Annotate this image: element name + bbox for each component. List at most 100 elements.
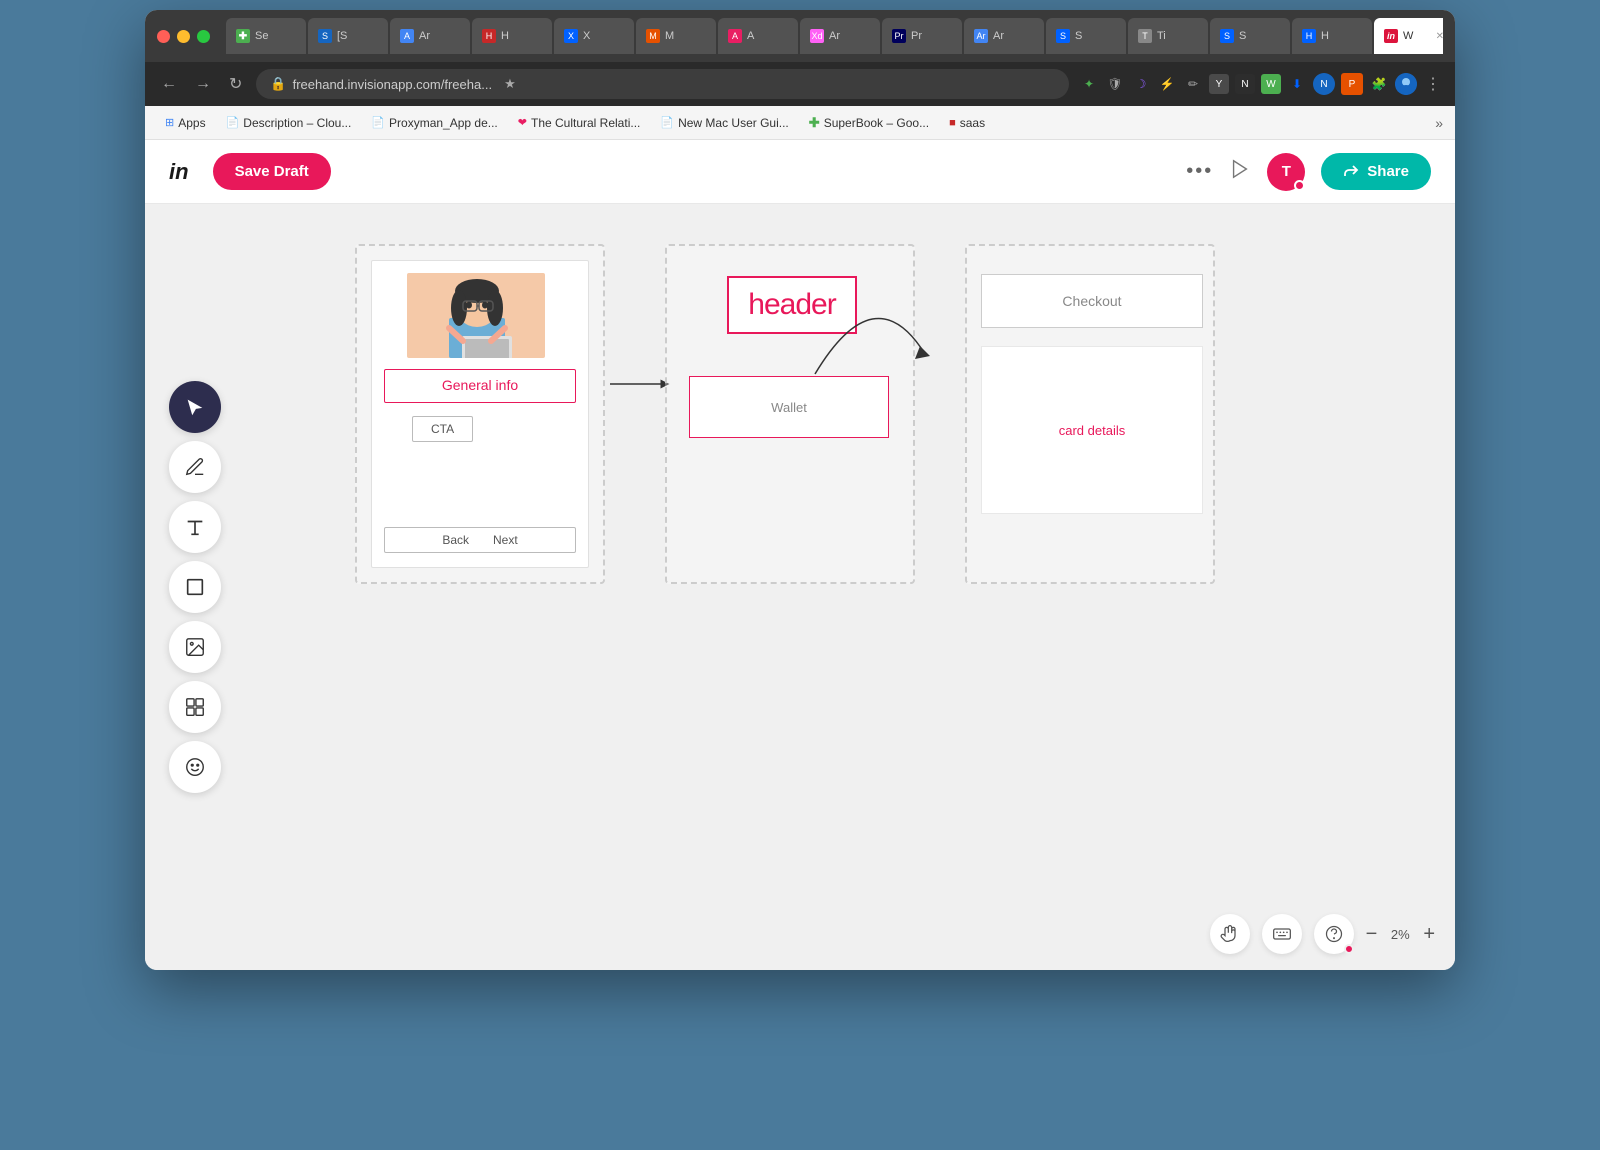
cta-box: CTA <box>412 416 473 442</box>
bookmark-cultural[interactable]: ❤ The Cultural Relati... <box>510 113 649 133</box>
browser-tab-2[interactable]: S [S <box>308 18 388 54</box>
ext-icon-4[interactable]: ⚡ <box>1157 74 1177 94</box>
address-text: freehand.invisionapp.com/freeha... <box>293 77 492 92</box>
ext-icon-1[interactable]: ✦ <box>1079 74 1099 94</box>
tab-favicon-10: Ar <box>974 29 988 43</box>
tab-favicon-11: S <box>1056 29 1070 43</box>
back-label: Back <box>442 533 469 547</box>
ext-icon-8[interactable]: W <box>1261 74 1281 94</box>
ext-icon-11[interactable]: P <box>1341 73 1363 95</box>
tab-label-8: Ar <box>829 30 840 42</box>
cta-label: CTA <box>431 422 454 436</box>
save-draft-button[interactable]: Save Draft <box>213 153 331 190</box>
browser-tab-1[interactable]: ✚ Se <box>226 18 306 54</box>
browser-tab-13[interactable]: S S <box>1210 18 1290 54</box>
bookmark-description[interactable]: 📄 Description – Clou... <box>218 113 360 133</box>
tab-label-5: X <box>583 30 590 42</box>
refresh-button[interactable]: ↻ <box>225 70 246 98</box>
tab-label-13: S <box>1239 30 1246 42</box>
next-label: Next <box>493 533 518 547</box>
bottom-toolbar: − 2% + <box>1210 914 1435 954</box>
pencil-tool-button[interactable] <box>169 441 221 493</box>
ext-icon-3[interactable]: ☽ <box>1131 74 1151 94</box>
browser-tab-9[interactable]: Pr Pr <box>882 18 962 54</box>
superbook-cross-icon: ✚ <box>809 115 820 131</box>
bookmarks-more-button[interactable]: » <box>1435 115 1443 131</box>
left-toolbar <box>169 381 221 793</box>
ext-icon-6[interactable]: Y <box>1209 74 1229 94</box>
avatar-label: T <box>1282 163 1291 180</box>
browser-tab-14[interactable]: H H <box>1292 18 1372 54</box>
tab-label-14: H <box>1321 30 1329 42</box>
image-tool-button[interactable] <box>169 621 221 673</box>
help-notification-dot <box>1344 944 1354 954</box>
traffic-lights <box>157 30 210 43</box>
tab-label-6: M <box>665 30 674 42</box>
apps-grid-icon: ⊞ <box>165 116 174 129</box>
bookmark-cultural-label: The Cultural Relati... <box>531 116 640 130</box>
cursor-tool-button[interactable] <box>169 381 221 433</box>
forward-button[interactable]: → <box>191 71 215 97</box>
browser-tab-3[interactable]: A Ar <box>390 18 470 54</box>
address-input[interactable]: 🔒 freehand.invisionapp.com/freeha... ★ <box>256 69 1069 99</box>
tab-favicon-15: in <box>1384 29 1398 43</box>
ext-icon-14[interactable]: ⋮ <box>1423 74 1443 94</box>
bookmark-macuser[interactable]: 📄 New Mac User Gui... <box>652 113 796 133</box>
user-avatar[interactable]: T <box>1267 153 1305 191</box>
ext-icon-12[interactable]: 🧩 <box>1369 74 1389 94</box>
bookmark-superbook[interactable]: ✚ SuperBook – Goo... <box>801 112 937 134</box>
browser-tab-5[interactable]: X X <box>554 18 634 54</box>
tab-favicon-8: Xd <box>810 29 824 43</box>
hand-tool-button[interactable] <box>1210 914 1250 954</box>
browser-tab-8[interactable]: Xd Ar <box>800 18 880 54</box>
browser-tab-6[interactable]: M M <box>636 18 716 54</box>
browser-tab-11[interactable]: S S <box>1046 18 1126 54</box>
browser-tab-15[interactable]: in W ✕ <box>1374 18 1443 54</box>
ext-icon-7[interactable]: N <box>1235 74 1255 94</box>
connector-curve <box>815 294 935 454</box>
ext-icon-13[interactable] <box>1395 73 1417 95</box>
keyboard-shortcut-button[interactable] <box>1262 914 1302 954</box>
rectangle-tool-button[interactable] <box>169 561 221 613</box>
tab-favicon-12: T <box>1138 29 1152 43</box>
bookmark-saas[interactable]: ■ saas <box>941 113 993 133</box>
ext-icon-2[interactable]: 🛡 <box>1105 74 1125 94</box>
back-button[interactable]: ← <box>157 71 181 97</box>
tab-label-1: Se <box>255 30 268 42</box>
play-button[interactable] <box>1229 158 1251 185</box>
browser-tab-12[interactable]: T Ti <box>1128 18 1208 54</box>
tab-close-15[interactable]: ✕ <box>1436 31 1443 42</box>
share-button[interactable]: Share <box>1321 153 1431 190</box>
title-bar: ✚ Se S [S A Ar H H X X M M <box>145 10 1455 62</box>
bookmark-proxyman[interactable]: 📄 Proxyman_App de... <box>363 113 505 133</box>
cultural-heart-icon: ❤ <box>518 116 527 129</box>
ext-icon-10[interactable]: N <box>1313 73 1335 95</box>
bookmarks-bar: ⊞ Apps 📄 Description – Clou... 📄 Proxyma… <box>145 106 1455 140</box>
bookmark-description-label: Description – Clou... <box>243 116 351 130</box>
general-info-label: General info <box>442 377 518 393</box>
frame-group-3[interactable]: Checkout card details <box>965 244 1215 584</box>
bookmark-apps[interactable]: ⊞ Apps <box>157 113 214 133</box>
proxyman-doc-icon: 📄 <box>371 116 385 129</box>
component-tool-button[interactable] <box>169 681 221 733</box>
browser-tab-10[interactable]: Ar Ar <box>964 18 1044 54</box>
browser-tab-7[interactable]: A A <box>718 18 798 54</box>
frame-group-1[interactable]: General info CTA Back Next <box>355 244 605 584</box>
zoom-out-button[interactable]: − <box>1366 923 1378 946</box>
canvas-area[interactable]: General info CTA Back Next <box>145 204 1455 970</box>
text-tool-button[interactable] <box>169 501 221 553</box>
emoji-tool-button[interactable] <box>169 741 221 793</box>
star-icon[interactable]: ★ <box>504 76 516 92</box>
ext-icon-5[interactable]: ✏ <box>1183 74 1203 94</box>
character-illustration <box>407 273 545 358</box>
share-label: Share <box>1367 163 1409 180</box>
checkout-label: Checkout <box>1062 293 1121 309</box>
maximize-window-button[interactable] <box>197 30 210 43</box>
zoom-in-button[interactable]: + <box>1423 923 1435 946</box>
tab-favicon-4: H <box>482 29 496 43</box>
minimize-window-button[interactable] <box>177 30 190 43</box>
ext-icon-9[interactable]: ⬇ <box>1287 74 1307 94</box>
browser-tab-4[interactable]: H H <box>472 18 552 54</box>
more-options-button[interactable]: ••• <box>1186 160 1213 183</box>
close-window-button[interactable] <box>157 30 170 43</box>
